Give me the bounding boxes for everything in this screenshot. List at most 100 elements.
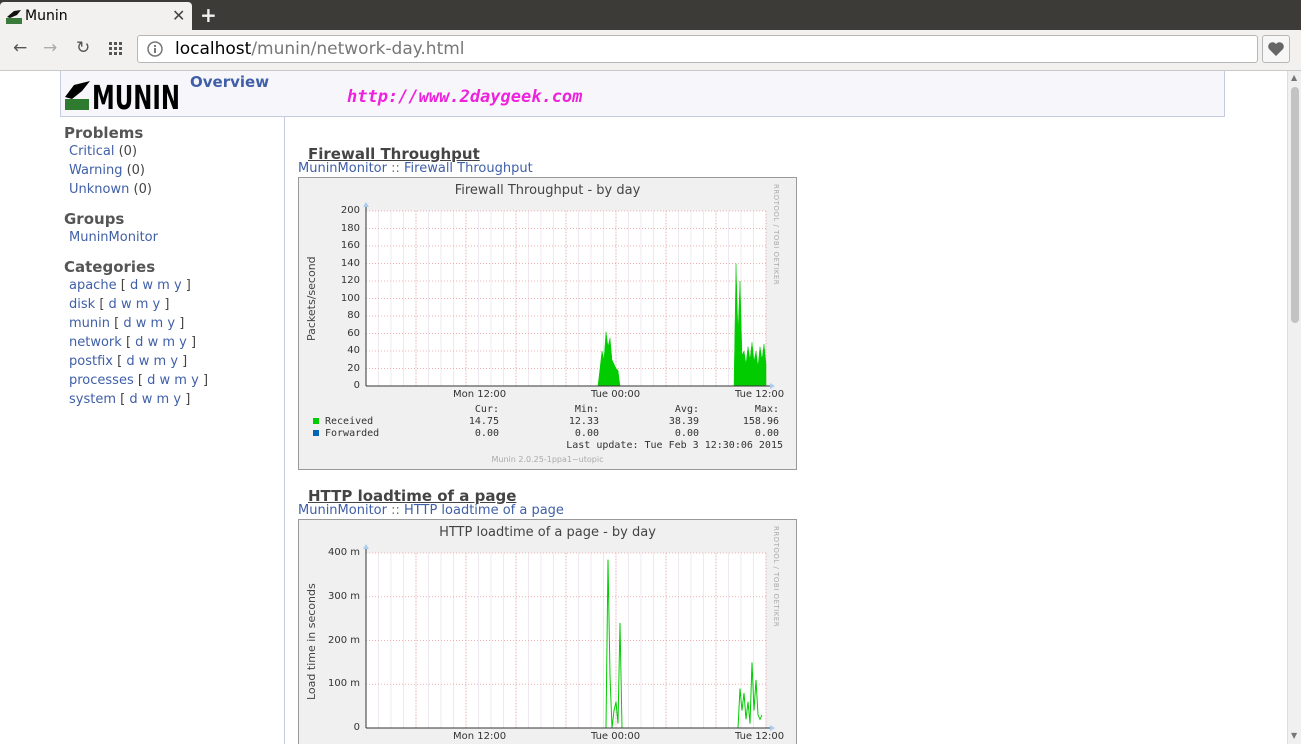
apps-grid-icon[interactable] bbox=[109, 42, 123, 56]
y-tick-label: 100 bbox=[340, 292, 360, 304]
sidebar-divider bbox=[284, 117, 285, 744]
period-link-w[interactable]: w bbox=[142, 278, 153, 293]
scroll-down-icon[interactable]: ▼ bbox=[1291, 731, 1297, 740]
back-icon[interactable]: ← bbox=[13, 38, 27, 58]
problem-unknown-count: (0) bbox=[133, 182, 152, 197]
breadcrumb-firewall: MuninMonitor :: Firewall Throughput bbox=[298, 161, 533, 176]
crumb-item-link[interactable]: Firewall Throughput bbox=[404, 161, 533, 176]
period-link-w[interactable]: w bbox=[142, 392, 153, 407]
period-link-d[interactable]: d bbox=[126, 354, 134, 369]
browser-tab[interactable]: Munin ✕ bbox=[0, 2, 192, 30]
logo-text: MUNIN bbox=[92, 79, 180, 111]
period-link-m[interactable]: m bbox=[136, 297, 149, 312]
bookmark-heart-button[interactable] bbox=[1262, 35, 1290, 63]
category-link[interactable]: processes bbox=[69, 373, 134, 388]
problem-unknown-link[interactable]: Unknown bbox=[69, 182, 129, 197]
problem-warning-link[interactable]: Warning bbox=[69, 163, 122, 178]
bracket-open: [ bbox=[99, 297, 105, 312]
tab-close-icon[interactable]: ✕ bbox=[172, 6, 185, 25]
scroll-up-icon[interactable]: ▲ bbox=[1291, 73, 1297, 82]
crumb-separator: :: bbox=[391, 161, 400, 176]
category-link[interactable]: munin bbox=[69, 316, 110, 331]
period-link-w[interactable]: w bbox=[136, 316, 147, 331]
period-link-m[interactable]: m bbox=[154, 354, 167, 369]
category-link[interactable]: apache bbox=[69, 278, 117, 293]
period-link-y[interactable]: y bbox=[174, 278, 182, 293]
period-link-y[interactable]: y bbox=[170, 354, 178, 369]
legend-swatch bbox=[313, 430, 319, 436]
problems-heading: Problems bbox=[64, 124, 144, 142]
y-tick-label: 20 bbox=[347, 362, 360, 374]
y-tick-label: 100 m bbox=[327, 678, 360, 690]
bracket-open: [ bbox=[120, 392, 126, 407]
breadcrumb-http: MuninMonitor :: HTTP loadtime of a page bbox=[298, 503, 564, 518]
browser-navbar: ← → ↻ localhost/munin/network-day.html bbox=[0, 30, 1301, 71]
reload-icon[interactable]: ↻ bbox=[76, 38, 90, 58]
scroll-thumb[interactable] bbox=[1291, 87, 1299, 323]
overview-link[interactable]: Overview bbox=[190, 73, 269, 91]
categories-heading: Categories bbox=[64, 258, 156, 276]
period-link-m[interactable]: m bbox=[157, 278, 170, 293]
bracket-close: ] bbox=[179, 316, 185, 331]
period-link-y[interactable]: y bbox=[179, 335, 187, 350]
category-item-disk: disk [ d w m y ] bbox=[69, 297, 169, 312]
period-link-d[interactable]: d bbox=[135, 335, 143, 350]
y-tick-label: 200 m bbox=[327, 634, 360, 646]
x-tick-label: Tue 00:00 bbox=[591, 389, 641, 400]
last-update-text: Last update: Tue Feb 3 12:30:06 2015 bbox=[566, 440, 783, 451]
legend-value-min: 0.00 bbox=[574, 428, 599, 439]
period-link-w[interactable]: w bbox=[148, 335, 159, 350]
problem-warning-count: (0) bbox=[126, 163, 146, 178]
period-link-y[interactable]: y bbox=[191, 373, 199, 388]
crumb-item-link[interactable]: HTTP loadtime of a page bbox=[404, 503, 564, 518]
period-link-m[interactable]: m bbox=[174, 373, 187, 388]
rrdtool-credit: RRDTOOL / TOBI OETIKER bbox=[772, 184, 780, 286]
period-link-d[interactable]: d bbox=[130, 278, 138, 293]
forward-icon[interactable]: → bbox=[43, 38, 57, 58]
crumb-separator: :: bbox=[391, 503, 400, 518]
x-tick-label: Tue 00:00 bbox=[591, 731, 641, 742]
vertical-scrollbar[interactable]: ▲ ▼ bbox=[1287, 71, 1301, 744]
firewall-throughput-graph[interactable]: Firewall Throughput - by day Packets/seco… bbox=[298, 177, 797, 470]
crumb-group-link[interactable]: MuninMonitor bbox=[298, 503, 387, 518]
address-bar[interactable]: localhost/munin/network-day.html bbox=[137, 35, 1258, 63]
period-link-d[interactable]: d bbox=[123, 316, 131, 331]
period-link-y[interactable]: y bbox=[173, 392, 181, 407]
group-muninmonitor-link[interactable]: MuninMonitor bbox=[69, 230, 158, 245]
legend-value-avg: 38.39 bbox=[668, 416, 699, 427]
bracket-open: [ bbox=[137, 373, 143, 388]
bracket-close: ] bbox=[182, 354, 188, 369]
legend-value-cur: 0.00 bbox=[474, 428, 499, 439]
period-link-m[interactable]: m bbox=[162, 335, 175, 350]
y-tick-label: 200 bbox=[340, 205, 360, 216]
period-link-w[interactable]: w bbox=[121, 297, 132, 312]
category-link[interactable]: disk bbox=[69, 297, 95, 312]
munin-version-text: Munin 2.0.25-1ppa1~utopic bbox=[491, 455, 604, 464]
period-link-d[interactable]: d bbox=[147, 373, 155, 388]
category-link[interactable]: postfix bbox=[69, 354, 113, 369]
url-text[interactable]: localhost/munin/network-day.html bbox=[175, 39, 465, 59]
category-link[interactable]: system bbox=[69, 392, 116, 407]
period-link-d[interactable]: d bbox=[129, 392, 137, 407]
category-link[interactable]: network bbox=[69, 335, 122, 350]
legend-value-max: 0.00 bbox=[754, 428, 779, 439]
category-item-processes: processes [ d w m y ] bbox=[69, 373, 208, 388]
munin-logo[interactable]: MUNIN bbox=[64, 79, 182, 111]
period-link-y[interactable]: y bbox=[167, 316, 175, 331]
period-link-w[interactable]: w bbox=[160, 373, 171, 388]
http-loadtime-graph[interactable]: HTTP loadtime of a page - by day Load tim… bbox=[298, 519, 797, 744]
problem-unknown: Unknown (0) bbox=[69, 182, 152, 197]
category-item-postfix: postfix [ d w m y ] bbox=[69, 354, 187, 369]
y-tick-label: 300 m bbox=[327, 590, 360, 602]
crumb-group-link[interactable]: MuninMonitor bbox=[298, 161, 387, 176]
period-link-y[interactable]: y bbox=[153, 297, 161, 312]
new-tab-icon[interactable]: + bbox=[200, 3, 217, 27]
x-tick-label: Tue 12:00 bbox=[735, 389, 785, 400]
info-icon[interactable] bbox=[147, 41, 163, 57]
period-link-d[interactable]: d bbox=[109, 297, 117, 312]
period-link-m[interactable]: m bbox=[157, 392, 170, 407]
problem-critical-link[interactable]: Critical bbox=[69, 144, 114, 159]
period-link-w[interactable]: w bbox=[139, 354, 150, 369]
bracket-close: ] bbox=[191, 335, 197, 350]
period-link-m[interactable]: m bbox=[151, 316, 164, 331]
